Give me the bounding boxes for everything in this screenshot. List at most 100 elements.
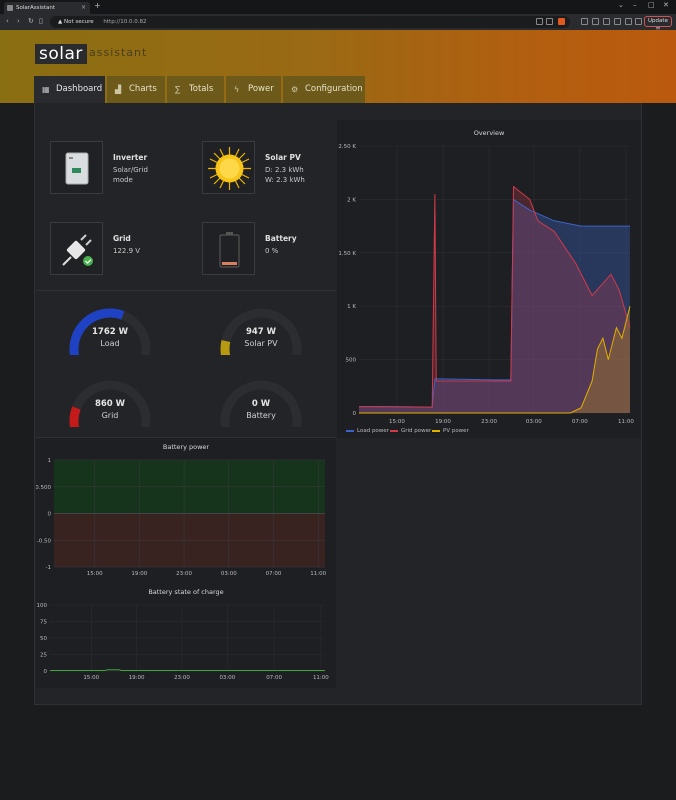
tab-configuration[interactable]: ⚙ Configuration	[283, 76, 365, 103]
sun-icon	[202, 141, 255, 194]
zoom-icon[interactable]	[536, 18, 543, 25]
tab-power-label: Power	[248, 84, 274, 94]
legend-load[interactable]: Load power	[346, 428, 389, 434]
x-tick-label: 15:00	[389, 419, 405, 425]
x-tick-label: 03:00	[219, 675, 235, 681]
new-tab-icon[interactable]: +	[94, 1, 101, 10]
sidebar-icon[interactable]	[614, 18, 621, 25]
x-tick-label: 19:00	[435, 419, 451, 425]
y-tick-label: 1	[48, 458, 52, 464]
x-tick-label: 03:00	[221, 571, 237, 577]
update-label: Update	[648, 18, 668, 24]
y-tick-label: 75	[40, 620, 47, 626]
legend-pv[interactable]: PV power	[432, 428, 469, 434]
y-tick-label: 0	[48, 512, 52, 518]
grid-voltage: 122.9 V	[113, 247, 141, 255]
sigma-icon: ∑	[175, 85, 181, 94]
x-tick-label: 15:00	[87, 571, 103, 577]
tab-dashboard-label: Dashboard	[56, 84, 103, 94]
x-tick-label: 23:00	[481, 419, 497, 425]
tab-charts[interactable]: ▟ Charts	[107, 76, 165, 103]
x-tick-label: 19:00	[129, 675, 145, 681]
solar-title: Solar PV	[265, 153, 301, 162]
back-icon[interactable]: ‹	[6, 17, 9, 25]
logo-assistant: assistant	[89, 46, 148, 59]
solar-energy: D: 2.3 kWh W: 2.3 kWh	[265, 166, 305, 184]
divider	[36, 290, 336, 291]
load-gauge[interactable]: 1762 W Load	[66, 305, 154, 360]
y-tick-label: 100	[37, 603, 48, 609]
app-header: solar assistant ▦ Dashboard ▟ Charts ∑ T…	[0, 30, 676, 103]
forward-icon[interactable]: ›	[17, 17, 20, 25]
chevron-down-icon[interactable]: ⌄	[618, 1, 624, 9]
y-tick-label: 0.500	[36, 485, 51, 491]
x-tick-label: 07:00	[266, 675, 282, 681]
tab-configuration-label: Configuration	[305, 84, 363, 94]
grid-title: Grid	[113, 234, 131, 243]
load-gauge-label: Load	[100, 339, 120, 348]
grid-gauge[interactable]: 860 W Grid	[66, 377, 154, 432]
logo-solar[interactable]: solar	[35, 44, 87, 64]
y-tick-label: -1	[46, 565, 51, 571]
solar-gauge-value: 947 W	[245, 327, 277, 337]
battery-gauge[interactable]: 0 W Battery	[217, 377, 305, 432]
music-icon[interactable]	[625, 18, 632, 25]
browser-chrome: SolarAssistant × + ⌄ – □ ✕ ‹ › ↻ ▯ ▲ Not…	[0, 0, 676, 33]
tab-totals-label: Totals	[189, 84, 214, 94]
y-tick-label: 2 K	[347, 197, 356, 203]
minimize-icon[interactable]: –	[633, 1, 637, 9]
favicon-icon	[7, 5, 13, 11]
browser-tab[interactable]: SolarAssistant ×	[4, 2, 90, 14]
y-tick-label: 2.50 K	[338, 144, 356, 150]
x-tick-label: 11:00	[310, 571, 326, 577]
tab-power[interactable]: ϟ Power	[226, 76, 281, 103]
extensions-icon[interactable]	[581, 18, 588, 25]
y-tick-label: 1 K	[347, 304, 356, 310]
overview-panel: Overview 2.50 K2 K 1.50 K1 K 500 0 15:00 19:0…	[337, 120, 641, 438]
update-button[interactable]: Update ☰	[644, 16, 672, 33]
maximize-icon[interactable]: □	[648, 1, 655, 9]
print-icon[interactable]	[592, 18, 599, 25]
plug-icon	[50, 222, 103, 275]
x-tick-label: 07:00	[266, 571, 282, 577]
tab-dashboard[interactable]: ▦ Dashboard	[34, 76, 105, 103]
wallet-icon[interactable]	[635, 18, 642, 25]
battery-gauge-label: Battery	[246, 411, 276, 420]
window-close-icon[interactable]: ✕	[663, 1, 669, 9]
battery-power-chart[interactable]: 1 0.500 0 -0.50 -1 15:00 19:00 23:00 03:00 07:00 1…	[36, 438, 336, 688]
x-tick-label: 03:00	[526, 419, 542, 425]
overview-chart[interactable]: 2.50 K 2 K 1.50 K 1 K 500 0 15:00 19:00 23:00 03:…	[337, 120, 641, 438]
y-tick-label: 50	[40, 636, 47, 642]
load-gauge-value: 1762 W	[92, 327, 128, 337]
tab-strip: SolarAssistant × + ⌄ – □ ✕	[0, 0, 676, 14]
x-tick-label: 11:00	[618, 419, 634, 425]
address-bar[interactable]: ▲ Not secure http://10.0.0.82	[50, 16, 570, 28]
x-tick-label: 23:00	[174, 675, 190, 681]
solar-gauge[interactable]: 947 W Solar PV	[217, 305, 305, 360]
address-row: ‹ › ↻ ▯ ▲ Not secure http://10.0.0.82 Up…	[0, 14, 676, 33]
x-tick-label: 07:00	[572, 419, 588, 425]
x-tick-label: 15:00	[83, 675, 99, 681]
url-text: http://10.0.0.82	[103, 19, 147, 25]
inverter-mode: Solar/Grid mode	[113, 166, 148, 184]
tab-charts-label: Charts	[129, 84, 157, 94]
battery-charts-panel: Battery power Battery state of charge 10…	[36, 438, 336, 688]
brave-shield-icon[interactable]	[558, 18, 565, 25]
battery-icon	[202, 222, 255, 275]
x-tick-label: 11:00	[313, 675, 329, 681]
bookmark-icon[interactable]: ▯	[39, 17, 43, 25]
inverter-image	[50, 141, 103, 194]
x-tick-label: 19:00	[131, 571, 147, 577]
bolt-icon: ϟ	[234, 85, 240, 94]
y-tick-label: -0.50	[37, 538, 52, 544]
legend-grid[interactable]: Grid power	[390, 428, 431, 434]
reload-icon[interactable]: ↻	[28, 17, 34, 25]
share-icon[interactable]	[546, 18, 553, 25]
chat-icon[interactable]	[603, 18, 610, 25]
tab-totals[interactable]: ∑ Totals	[167, 76, 224, 103]
close-tab-icon[interactable]: ×	[81, 2, 86, 14]
battery-title: Battery	[265, 234, 297, 243]
y-tick-label: 25	[40, 653, 47, 659]
grid-gauge-value: 860 W	[94, 399, 126, 409]
x-tick-label: 23:00	[176, 571, 192, 577]
